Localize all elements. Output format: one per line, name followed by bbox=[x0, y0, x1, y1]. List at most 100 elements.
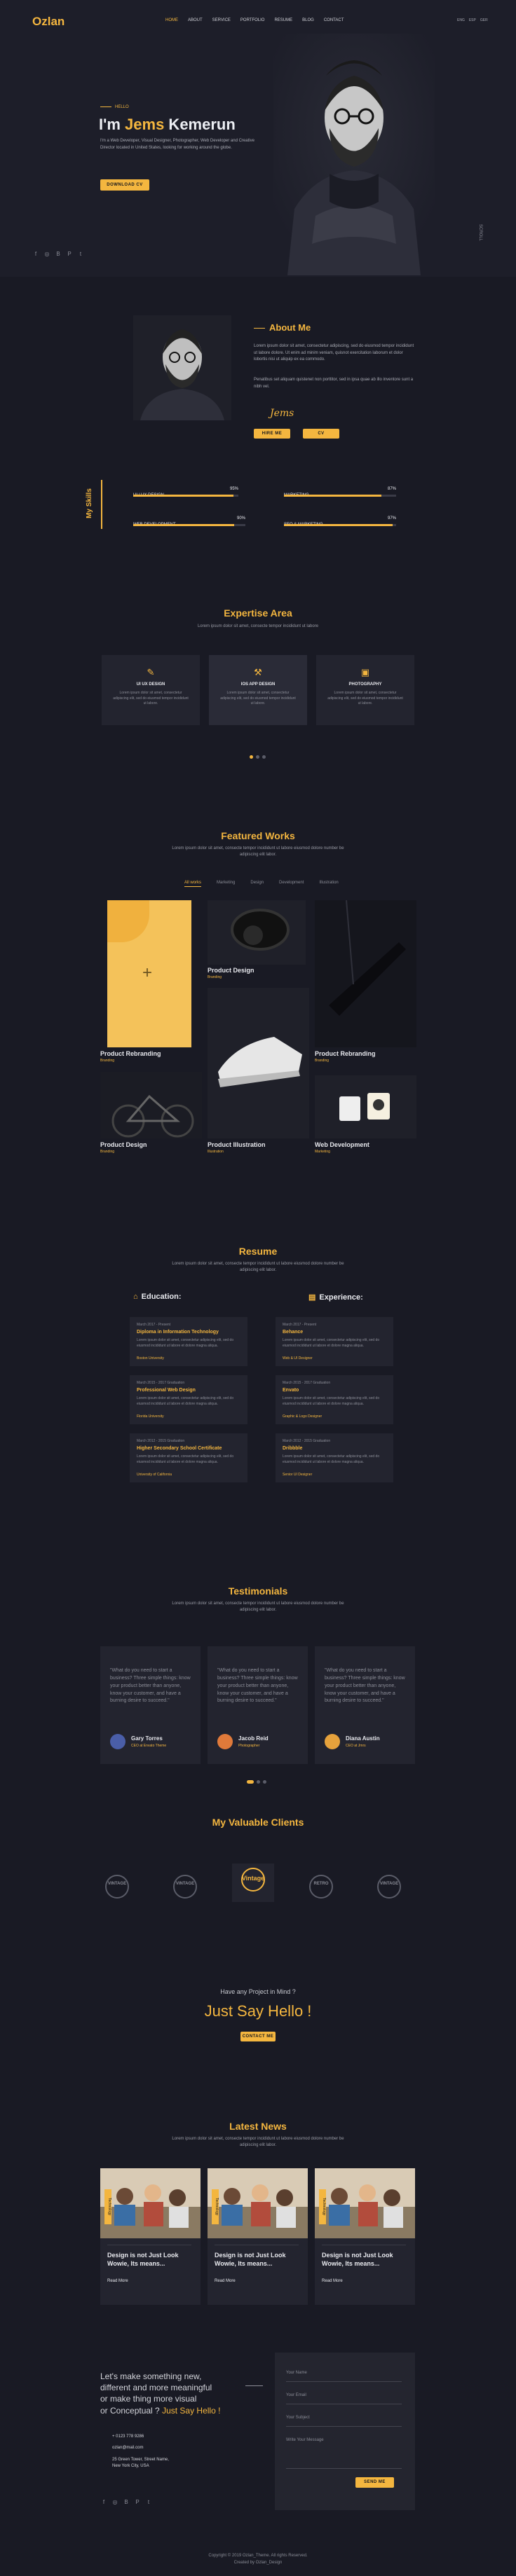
lang-eng[interactable]: ENG bbox=[457, 18, 465, 22]
news-card[interactable]: Technology Design is not Just Look Wowie,… bbox=[208, 2168, 308, 2305]
work-item[interactable]: Product Illustration Illustration bbox=[208, 988, 309, 1154]
experience-heading: ▤ Experience: bbox=[308, 1293, 363, 1302]
filter-development[interactable]: Development bbox=[279, 881, 304, 887]
expertise-card[interactable]: ⚒ IOS APP DESIGN Lorem ipsum dolor sit a… bbox=[209, 655, 307, 725]
behance-icon[interactable]: B bbox=[55, 251, 62, 258]
nav-about[interactable]: ABOUT bbox=[188, 18, 203, 22]
download-cv-button[interactable]: DOWNLOAD CV bbox=[100, 179, 149, 191]
contact-form: SEND ME Your Name Your Email Your Subject W… bbox=[275, 2353, 415, 2510]
news-subtitle: Lorem ipsum dolor sit amet, consecte tem… bbox=[172, 2137, 344, 2147]
send-button[interactable]: SEND ME bbox=[355, 2477, 394, 2488]
nav-service[interactable]: SERVICE bbox=[212, 18, 231, 22]
expertise-card[interactable]: ✎ UI UX DESIGN Lorem ipsum dolor sit ame… bbox=[102, 655, 200, 725]
resume-item-place: University of California bbox=[137, 1473, 172, 1477]
skills-label: My Skills bbox=[86, 480, 102, 529]
plus-icon[interactable]: + bbox=[142, 963, 152, 983]
resume-date: March 2015 - 2017 Graduation bbox=[283, 1381, 331, 1385]
client-logo[interactable]: VINTAGE bbox=[368, 1871, 410, 1902]
work-item[interactable]: + Product Rebranding Branding bbox=[100, 900, 198, 1063]
slider-dot[interactable] bbox=[263, 1780, 266, 1784]
contact-phone[interactable]: + 0123 778 9286 bbox=[112, 2434, 144, 2439]
scroll-indicator[interactable]: SCROLL bbox=[477, 224, 484, 245]
facebook-icon[interactable]: f bbox=[32, 251, 39, 258]
client-logo-text: VINTAGE bbox=[379, 1882, 399, 1886]
news-title[interactable]: Design is not Just Look Wowie, Its means… bbox=[322, 2251, 406, 2268]
read-more-link[interactable]: Read More bbox=[107, 2279, 128, 2283]
work-item[interactable]: Product Rebranding Branding bbox=[315, 900, 416, 1063]
client-logo[interactable]: VINTAGE bbox=[164, 1871, 206, 1902]
client-logo[interactable]: Vintage bbox=[232, 1864, 274, 1902]
pinterest-icon[interactable]: P bbox=[134, 2499, 141, 2506]
twitter-icon[interactable]: t bbox=[77, 251, 84, 258]
nav-contact[interactable]: CONTACT bbox=[324, 18, 344, 22]
works-section: Featured Works Lorem ipsum dolor sit ame… bbox=[0, 795, 516, 1177]
twitter-icon[interactable]: t bbox=[145, 2499, 152, 2506]
form-field[interactable]: Your Name bbox=[286, 2367, 402, 2382]
testimonial-quote: "What do you need to start a business? T… bbox=[325, 1668, 405, 1704]
work-item[interactable]: Product Design Branding bbox=[100, 1072, 202, 1154]
skill-item: WEB DEVELOPMENT 90% bbox=[133, 516, 245, 529]
form-field[interactable]: Your Subject bbox=[286, 2411, 402, 2427]
scroll-label: SCROLL bbox=[478, 224, 482, 242]
contact-line-2: different and more meaningful bbox=[100, 2383, 212, 2393]
cv-button[interactable]: CV bbox=[303, 429, 339, 439]
client-logo[interactable]: VINTAGE bbox=[96, 1871, 138, 1902]
work-item[interactable]: Product Design Branding bbox=[208, 900, 306, 979]
news-title[interactable]: Design is not Just Look Wowie, Its means… bbox=[215, 2251, 299, 2268]
about-photo bbox=[133, 315, 231, 420]
client-logo-text: VINTAGE bbox=[175, 1882, 195, 1886]
slider-dot[interactable] bbox=[256, 755, 259, 759]
facebook-icon[interactable]: f bbox=[100, 2499, 107, 2506]
hero-section: Ozlan HOME ABOUT SERVICE PORTFOLIO RESUM… bbox=[0, 0, 516, 277]
expertise-desc: Lorem ipsum dolor sit amet, consectetur … bbox=[327, 691, 403, 705]
brand-logo[interactable]: Ozlan bbox=[32, 15, 64, 29]
nav-home[interactable]: HOME bbox=[165, 18, 178, 22]
dribbble-icon[interactable]: ◎ bbox=[111, 2499, 118, 2506]
lang-ger[interactable]: GER bbox=[480, 18, 488, 22]
nav-resume[interactable]: RESUME bbox=[274, 18, 292, 22]
testimonial-card: "What do you need to start a business? T… bbox=[315, 1646, 415, 1764]
graduation-cap-icon: ⌂ bbox=[133, 1293, 138, 1301]
resume-item-place: Web & UI Designer bbox=[283, 1356, 313, 1361]
slider-dot[interactable] bbox=[262, 755, 266, 759]
filter-all[interactable]: All works bbox=[184, 881, 202, 887]
form-field-placeholder: Your Subject bbox=[286, 2416, 310, 2420]
client-logo[interactable]: RETRO bbox=[300, 1871, 342, 1902]
contact-email[interactable]: ozlan@mail.com bbox=[112, 2446, 143, 2450]
nav-blog[interactable]: BLOG bbox=[302, 18, 314, 22]
resume-item-place: Boston University bbox=[137, 1356, 164, 1361]
behance-icon[interactable]: B bbox=[123, 2499, 130, 2506]
read-more-link[interactable]: Read More bbox=[322, 2279, 343, 2283]
education-label: Education: bbox=[141, 1293, 182, 1301]
news-meta bbox=[322, 2243, 406, 2245]
lang-esp[interactable]: ESP bbox=[469, 18, 476, 22]
filter-illustration[interactable]: Illustration bbox=[319, 881, 338, 887]
form-field[interactable]: Write Your Message bbox=[286, 2434, 402, 2469]
news-card[interactable]: Technology Design is not Just Look Wowie,… bbox=[100, 2168, 201, 2305]
slider-dot[interactable] bbox=[250, 755, 253, 759]
skill-percent: 97% bbox=[387, 516, 396, 521]
work-item[interactable]: Web Development Marketing bbox=[315, 1075, 416, 1154]
filter-design[interactable]: Design bbox=[250, 881, 264, 887]
resume-item-place: Graphic & Logo Designer bbox=[283, 1414, 322, 1419]
dribbble-icon[interactable]: ◎ bbox=[43, 251, 50, 258]
expertise-card[interactable]: ▣ PHOTOGRAPHY Lorem ipsum dolor sit amet… bbox=[316, 655, 414, 725]
testimonial-name: Jacob Reid bbox=[238, 1735, 269, 1742]
hire-me-button[interactable]: HIRE ME bbox=[254, 429, 290, 439]
avatar bbox=[110, 1734, 125, 1749]
news-card[interactable]: Technology Design is not Just Look Wowie,… bbox=[315, 2168, 415, 2305]
main-nav: HOME ABOUT SERVICE PORTFOLIO RESUME BLOG… bbox=[165, 18, 344, 22]
resume-item-desc: Lorem ipsum dolor sit amet, consectetur … bbox=[283, 1396, 380, 1406]
news-title[interactable]: Design is not Just Look Wowie, Its means… bbox=[107, 2251, 191, 2268]
pinterest-icon[interactable]: P bbox=[66, 251, 73, 258]
contact-me-button[interactable]: CONTACT ME bbox=[240, 2032, 276, 2041]
nav-portfolio[interactable]: PORTFOLIO bbox=[240, 18, 265, 22]
read-more-link[interactable]: Read More bbox=[215, 2279, 236, 2283]
slider-dot[interactable] bbox=[257, 1780, 260, 1784]
news-tag: Technology bbox=[104, 2189, 111, 2224]
avatar bbox=[325, 1734, 340, 1749]
filter-marketing[interactable]: Marketing bbox=[217, 881, 235, 887]
form-field[interactable]: Your Email bbox=[286, 2389, 402, 2404]
resume-item-title: Higher Secondary School Certificate bbox=[137, 1446, 222, 1451]
slider-dot[interactable] bbox=[247, 1780, 254, 1784]
